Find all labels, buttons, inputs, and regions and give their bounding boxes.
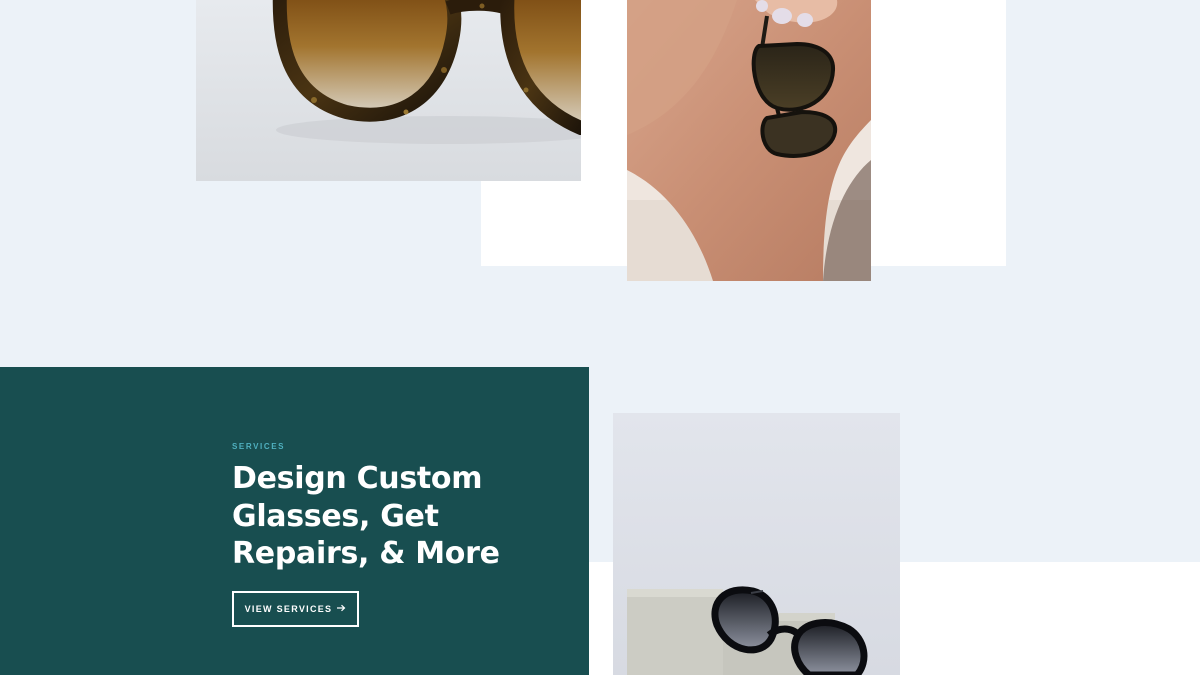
cateye-sunglasses-illustration [613,413,900,675]
gallery-image-cateye-sunglasses [613,413,900,675]
arrow-right-icon [337,604,346,614]
arrow-right-icon-glyph [337,604,346,612]
gallery-image-hand-holding-sunglasses [627,0,871,281]
view-services-label: VIEW SERVICES [244,604,333,614]
section-headline: Design Custom Glasses, Get Repairs, & Mo… [232,461,500,571]
view-services-button[interactable]: VIEW SERVICES [232,591,359,627]
hand-holding-sunglasses-illustration [627,0,871,281]
gallery-image-sunglasses-closeup [196,0,581,181]
sunglasses-closeup-illustration [196,0,581,181]
section-eyebrow: SERVICES [232,442,286,451]
